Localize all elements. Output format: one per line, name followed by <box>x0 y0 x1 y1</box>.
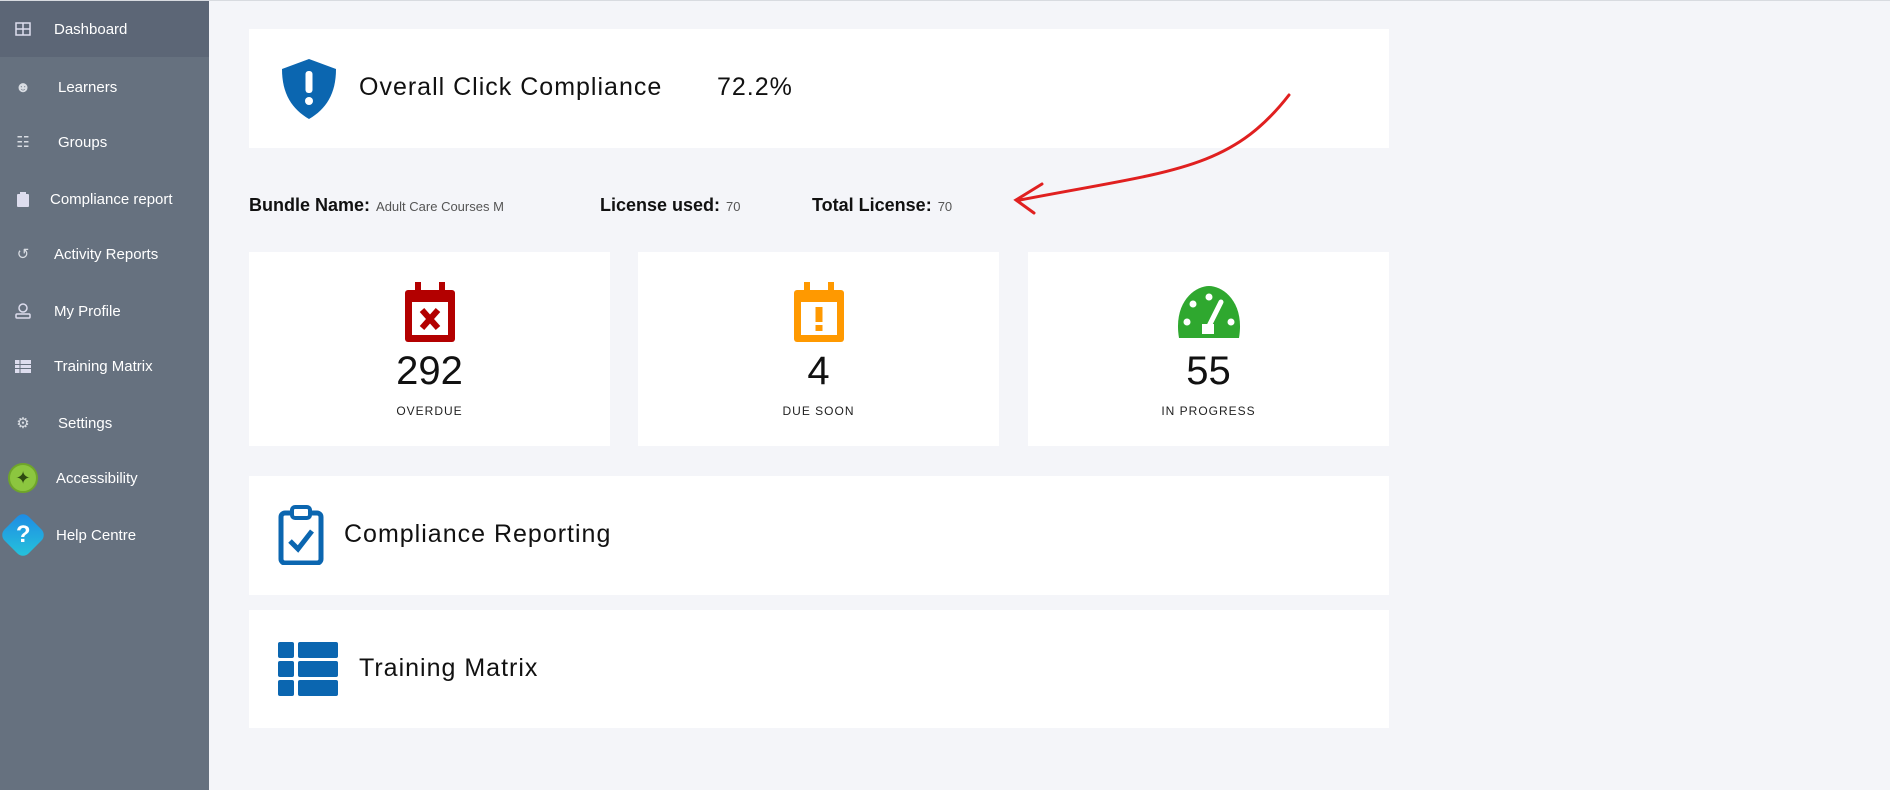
table-list-icon <box>278 642 338 696</box>
training-matrix-title: Training Matrix <box>359 654 539 682</box>
calendar-x-icon <box>404 282 455 342</box>
training-matrix-card[interactable]: Training Matrix <box>249 610 1389 728</box>
stat-overdue[interactable]: 292 OVERDUE <box>249 252 610 446</box>
speedometer-icon <box>1177 286 1240 338</box>
compliance-reporting-title: Compliance Reporting <box>344 520 612 548</box>
stat-due-soon[interactable]: 4 DUE SOON <box>638 252 999 446</box>
calendar-alert-icon <box>793 282 844 342</box>
stat-in-progress[interactable]: 55 IN PROGRESS <box>1028 252 1389 446</box>
compliance-reporting-card[interactable]: Compliance Reporting <box>249 476 1389 595</box>
clipboard-check-icon <box>278 505 324 565</box>
